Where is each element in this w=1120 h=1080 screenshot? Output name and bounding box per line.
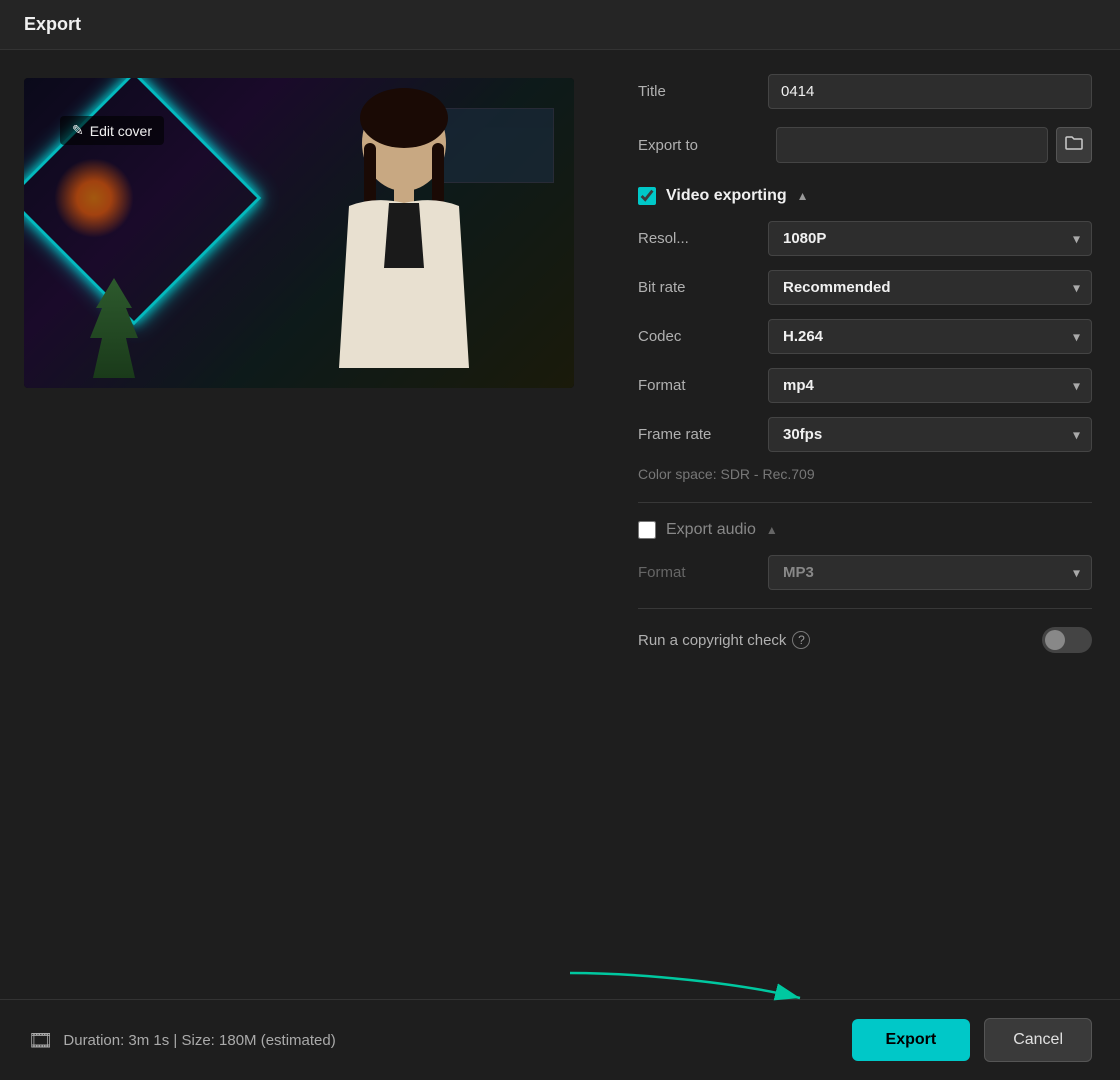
bitrate-label: Bit rate <box>638 279 768 296</box>
format-select[interactable]: mp4 mov avi mkv <box>768 368 1092 403</box>
bitrate-row: Bit rate Low Medium Recommended High <box>638 270 1092 305</box>
bitrate-select-wrapper: Low Medium Recommended High <box>768 270 1092 305</box>
copyright-help-icon[interactable]: ? <box>792 631 810 649</box>
format-row: Format mp4 mov avi mkv <box>638 368 1092 403</box>
color-space-text: Color space: SDR - Rec.709 <box>638 466 1092 482</box>
title-row: Title <box>638 74 1092 109</box>
section-divider <box>638 502 1092 503</box>
bitrate-select[interactable]: Low Medium Recommended High <box>768 270 1092 305</box>
video-section-collapse-icon[interactable]: ▲ <box>797 189 809 203</box>
cancel-button[interactable]: Cancel <box>984 1018 1092 1062</box>
audio-export-checkbox[interactable] <box>638 521 656 539</box>
framerate-label: Frame rate <box>638 426 768 443</box>
video-preview: ✎ Edit cover <box>24 78 574 388</box>
edit-cover-button[interactable]: ✎ Edit cover <box>60 116 164 145</box>
codec-select-wrapper: H.264 H.265 VP9 <box>768 319 1092 354</box>
audio-format-select-wrapper: MP3 AAC WAV <box>768 555 1092 590</box>
video-export-checkbox[interactable] <box>638 187 656 205</box>
export-dialog: Export <box>0 0 1120 1080</box>
framerate-row: Frame rate 24fps 25fps 30fps 60fps <box>638 417 1092 452</box>
export-to-label: Export to <box>638 137 768 154</box>
audio-section-collapse-icon[interactable]: ▲ <box>766 523 778 537</box>
title-bar: Export <box>0 0 1120 50</box>
codec-select[interactable]: H.264 H.265 VP9 <box>768 319 1092 354</box>
framerate-select-wrapper: 24fps 25fps 30fps 60fps <box>768 417 1092 452</box>
resolution-label: Resol... <box>638 230 768 247</box>
audio-format-select[interactable]: MP3 AAC WAV <box>768 555 1092 590</box>
dialog-title: Export <box>24 14 81 34</box>
framerate-select[interactable]: 24fps 25fps 30fps 60fps <box>768 417 1092 452</box>
bottom-buttons: Export Cancel <box>852 1018 1092 1062</box>
title-label: Title <box>638 83 768 100</box>
copyright-label: Run a copyright check ? <box>638 631 1042 649</box>
audio-format-row: Format MP3 AAC WAV <box>638 555 1092 590</box>
copyright-row: Run a copyright check ? <box>638 627 1092 653</box>
export-to-row: Export to <box>638 127 1092 163</box>
resolution-select-wrapper: 720P 1080P 2K 4K <box>768 221 1092 256</box>
export-button[interactable]: Export <box>852 1019 971 1061</box>
codec-label: Codec <box>638 328 768 345</box>
audio-divider <box>638 608 1092 609</box>
export-to-input[interactable] <box>776 127 1048 163</box>
copyright-toggle[interactable] <box>1042 627 1092 653</box>
duration-info: 🎞 Duration: 3m 1s | Size: 180M (estimate… <box>28 1028 336 1053</box>
audio-section-title: Export audio <box>666 521 756 539</box>
title-input[interactable] <box>768 74 1092 109</box>
edit-icon: ✎ <box>72 122 84 139</box>
bottom-bar: 🎞 Duration: 3m 1s | Size: 180M (estimate… <box>0 999 1120 1080</box>
resolution-select[interactable]: 720P 1080P 2K 4K <box>768 221 1092 256</box>
film-icon: 🎞 <box>28 1028 53 1053</box>
format-select-wrapper: mp4 mov avi mkv <box>768 368 1092 403</box>
duration-text: Duration: 3m 1s | Size: 180M (estimated) <box>63 1032 335 1049</box>
audio-format-label: Format <box>638 564 768 581</box>
codec-row: Codec H.264 H.265 VP9 <box>638 319 1092 354</box>
toggle-knob <box>1045 630 1065 650</box>
audio-section-header: Export audio ▲ <box>638 521 1092 539</box>
resolution-row: Resol... 720P 1080P 2K 4K <box>638 221 1092 256</box>
video-section-header: Video exporting ▲ <box>638 187 1092 205</box>
video-section-title: Video exporting <box>666 187 787 205</box>
person-silhouette <box>294 88 514 388</box>
folder-icon <box>1065 135 1083 156</box>
edit-cover-label: Edit cover <box>90 123 152 139</box>
right-panel[interactable]: Title Export to Video exporting <box>610 50 1120 999</box>
folder-browse-button[interactable] <box>1056 127 1092 163</box>
content-area: ✎ Edit cover Title Export to <box>0 50 1120 999</box>
format-label: Format <box>638 377 768 394</box>
left-panel: ✎ Edit cover <box>0 50 610 999</box>
